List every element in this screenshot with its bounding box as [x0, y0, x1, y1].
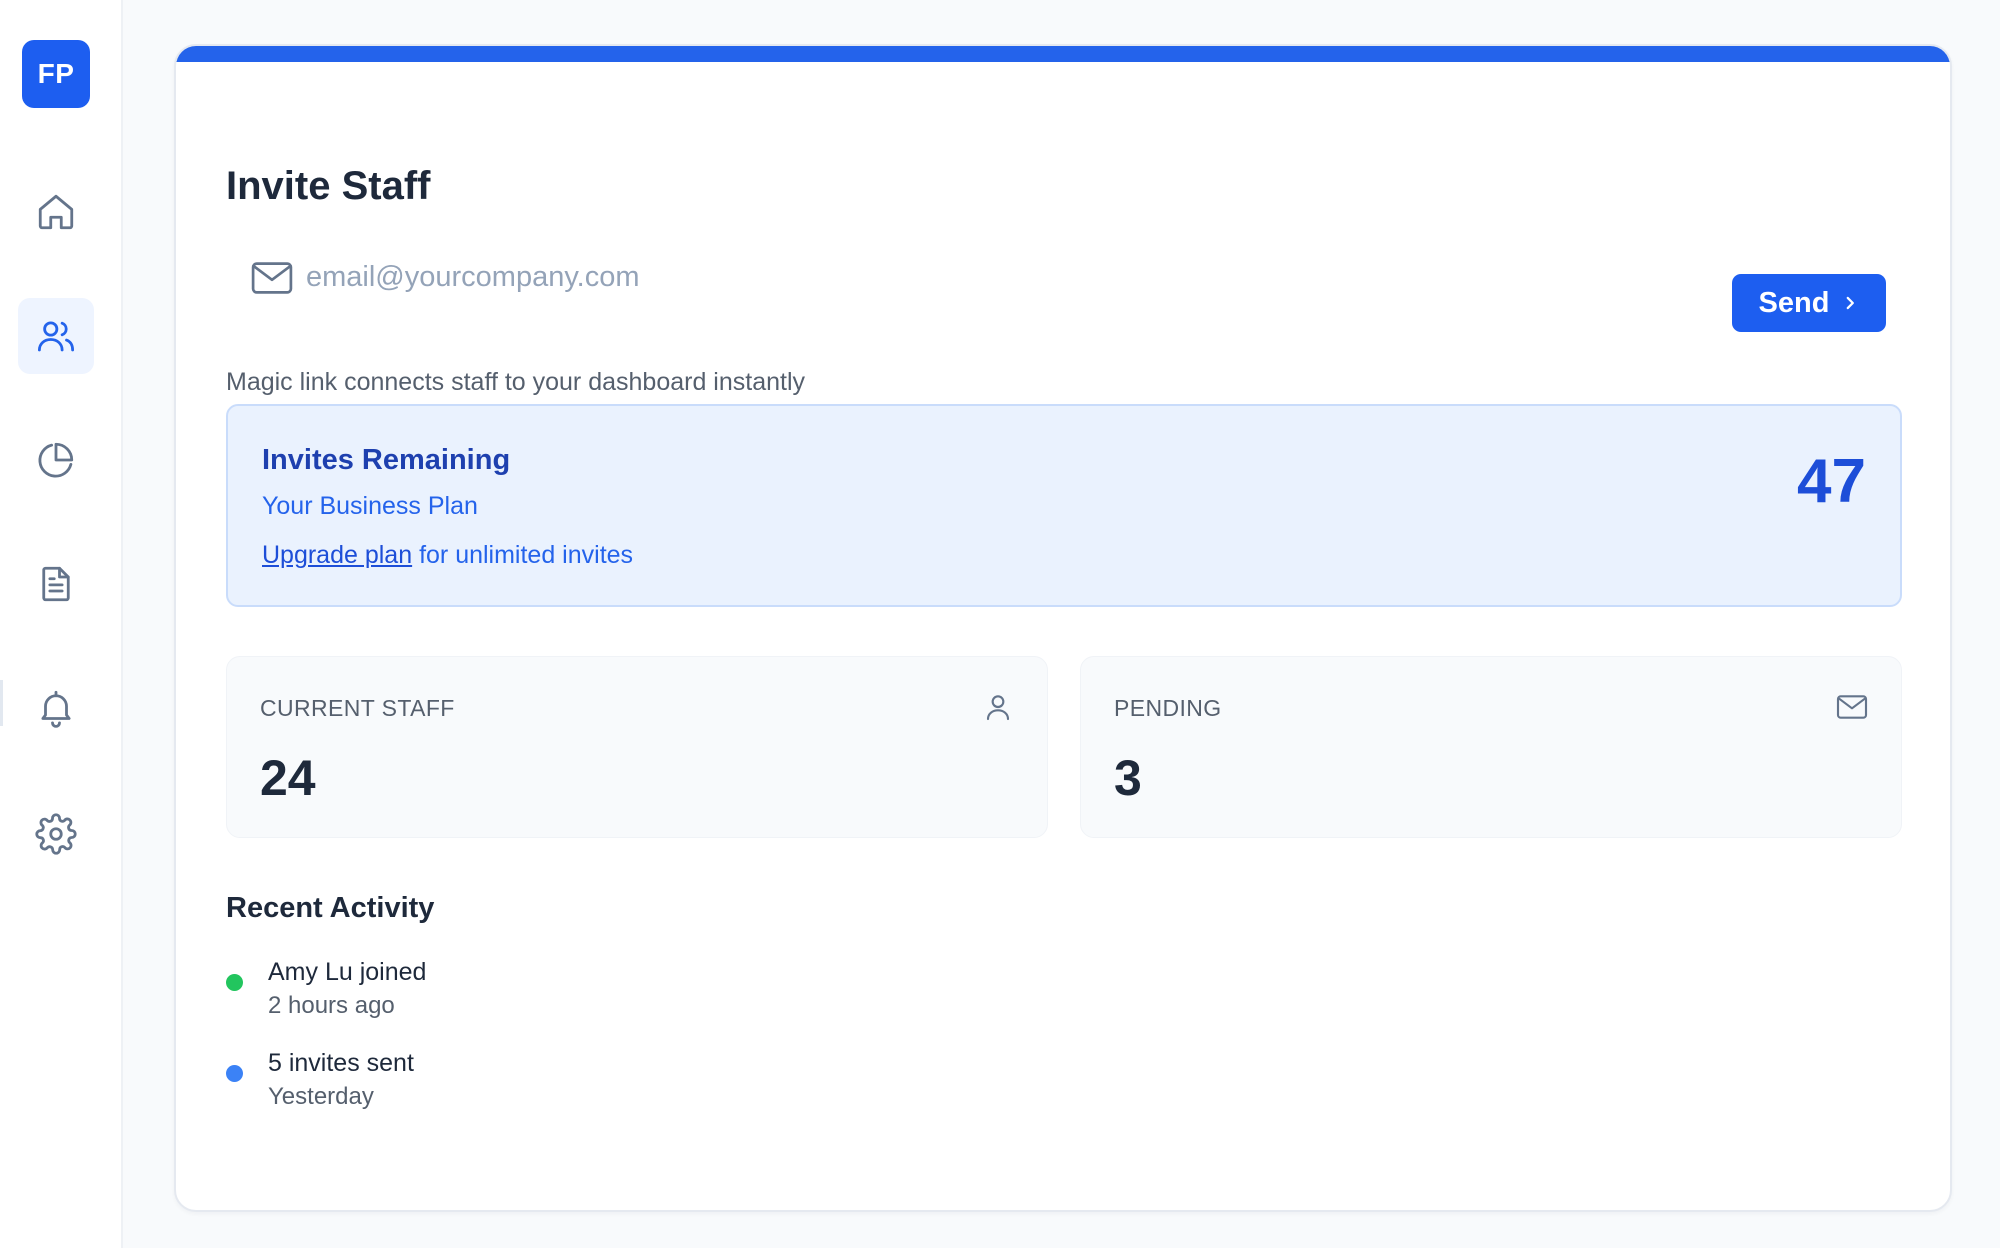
send-button-label: Send: [1758, 286, 1830, 319]
pie-chart-icon: [38, 442, 74, 478]
stat-label: CURRENT STAFF: [260, 695, 455, 721]
mail-icon: [1836, 695, 1868, 719]
page-title: Invite Staff: [226, 164, 431, 208]
sidebar-edge-marker: [0, 680, 3, 726]
users-icon: [37, 321, 75, 352]
document-icon: [42, 566, 70, 602]
upgrade-plan-link[interactable]: Upgrade plan: [262, 541, 412, 569]
activity-time: 2 hours ago: [268, 992, 395, 1019]
email-field[interactable]: [306, 246, 1606, 308]
stat-label: PENDING: [1114, 695, 1222, 721]
stat-value: 24: [260, 750, 316, 806]
card-accent-bar: [176, 46, 1950, 62]
user-icon: [986, 695, 1010, 721]
sidebar: FP: [0, 0, 123, 1248]
activity-item: Amy Lu joined 2 hours ago: [226, 958, 1026, 1028]
sidebar-item-settings[interactable]: [18, 796, 94, 872]
sidebar-item-analytics[interactable]: [18, 422, 94, 498]
stat-card-pending: PENDING 3: [1080, 656, 1902, 838]
sidebar-item-documents[interactable]: [18, 546, 94, 622]
status-dot-success: [226, 974, 243, 991]
activity-text: Amy Lu joined: [268, 958, 427, 986]
quota-plan: Your Business Plan: [262, 492, 478, 520]
gear-icon: [35, 813, 77, 855]
activity-time: Yesterday: [268, 1083, 374, 1110]
invite-staff-card: Invite Staff Send Magic link connects st…: [174, 44, 1952, 1212]
app-logo[interactable]: FP: [22, 40, 90, 108]
chevron-right-icon: [1847, 296, 1855, 310]
invites-remaining-count: 47: [1797, 447, 1866, 516]
invite-form: Send: [226, 226, 1916, 332]
invite-helper-text: Magic link connects staff to your dashbo…: [226, 368, 806, 396]
quota-upgrade-text: Upgrade plan for unlimited invites: [262, 541, 633, 570]
stat-card-current-staff: CURRENT STAFF 24: [226, 656, 1048, 838]
activity-text: 5 invites sent: [268, 1049, 414, 1077]
status-dot-info: [226, 1065, 243, 1082]
send-button[interactable]: Send: [1732, 274, 1886, 332]
activity-item: 5 invites sent Yesterday: [226, 1049, 1026, 1119]
stat-value: 3: [1114, 750, 1142, 806]
upgrade-suffix: for unlimited invites: [412, 541, 634, 569]
invites-remaining-panel: Invites Remaining Your Business Plan Upg…: [226, 404, 1902, 607]
sidebar-item-notifications[interactable]: [18, 670, 94, 746]
recent-activity-title: Recent Activity: [226, 892, 435, 924]
home-icon: [38, 194, 74, 230]
sidebar-item-home[interactable]: [18, 174, 94, 250]
quota-title: Invites Remaining: [262, 444, 511, 476]
bell-icon: [41, 690, 71, 728]
sidebar-item-staff[interactable]: [18, 298, 94, 374]
mail-icon: [251, 262, 293, 294]
